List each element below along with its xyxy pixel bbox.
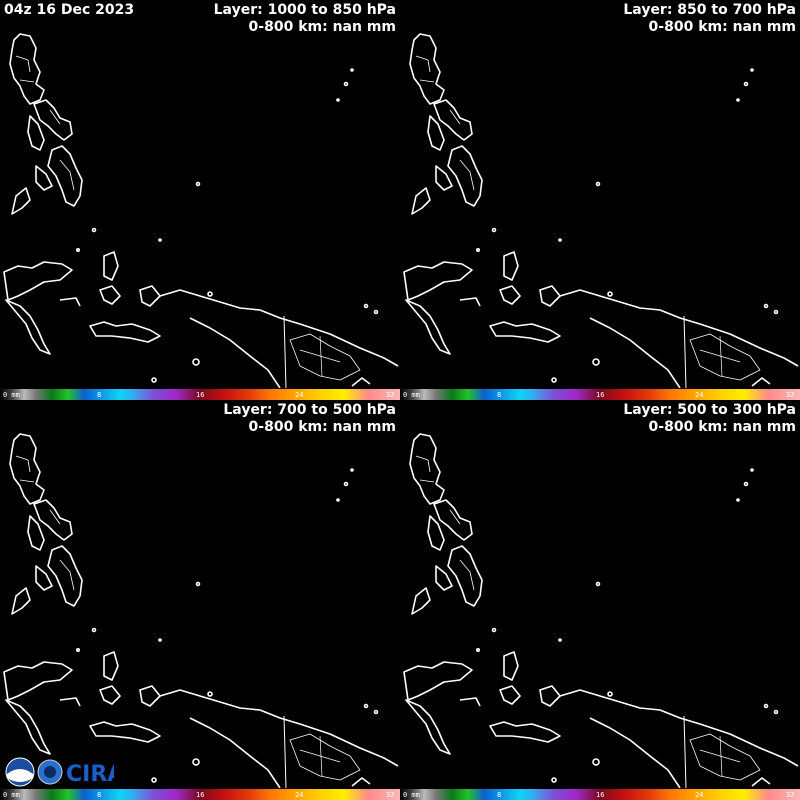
stat-label: 0-800 km: nan mm xyxy=(648,19,796,35)
colorbar-tick: 8 xyxy=(97,791,102,799)
colorbar: 0 mm 8 16 24 32 xyxy=(400,789,800,800)
colorbar-tick: 8 xyxy=(97,391,102,399)
colorbar-tick: 32 xyxy=(386,791,395,799)
stat-label: 0-800 km: nan mm xyxy=(648,419,796,435)
coastline-map xyxy=(403,433,799,788)
layer-label: Layer: 500 to 300 hPa xyxy=(623,402,796,418)
layer-label: Layer: 1000 to 850 hPa xyxy=(213,2,396,18)
layer-label: Layer: 700 to 500 hPa xyxy=(223,402,396,418)
colorbar: 0 mm 8 16 24 32 xyxy=(0,389,400,400)
colorbar-tick: 16 xyxy=(196,791,205,799)
coastline-map xyxy=(3,33,399,388)
map-panel-1: 04z 16 Dec 2023 Layer: 1000 to 850 hPa 0… xyxy=(0,0,400,400)
map-panel-2: Layer: 850 to 700 hPa 0-800 km: nan mm 0… xyxy=(400,0,800,400)
colorbar-tick: 32 xyxy=(786,391,795,399)
panel-title: Layer: 1000 to 850 hPa 0-800 km: nan mm xyxy=(214,2,396,36)
stat-label: 0-800 km: nan mm xyxy=(248,19,396,35)
colorbar-tick: 32 xyxy=(786,791,795,799)
colorbar-tick: 0 mm xyxy=(3,391,20,399)
colorbar-tick: 16 xyxy=(196,391,205,399)
map-panel-4: Layer: 500 to 300 hPa 0-800 km: nan mm 0… xyxy=(400,400,800,800)
panel-title: Layer: 850 to 700 hPa 0-800 km: nan mm xyxy=(623,2,796,36)
colorbar-tick: 24 xyxy=(295,791,304,799)
colorbar-tick: 8 xyxy=(497,391,502,399)
colorbar-tick: 16 xyxy=(596,791,605,799)
coastline-map xyxy=(403,33,799,388)
logo-text: CIRA xyxy=(66,762,114,787)
colorbar-tick: 24 xyxy=(695,391,704,399)
colorbar: 0 mm 8 16 24 32 xyxy=(400,389,800,400)
map-panel-3: Layer: 700 to 500 hPa 0-800 km: nan mm C… xyxy=(0,400,400,800)
panel-title: Layer: 700 to 500 hPa 0-800 km: nan mm xyxy=(223,402,396,436)
coastline-map xyxy=(3,433,399,788)
timestamp: 04z 16 Dec 2023 xyxy=(4,2,135,18)
colorbar-tick: 24 xyxy=(695,791,704,799)
colorbar-tick: 8 xyxy=(497,791,502,799)
colorbar: 0 mm 8 16 24 32 xyxy=(0,789,400,800)
colorbar-tick: 0 mm xyxy=(403,791,420,799)
colorbar-tick: 32 xyxy=(386,391,395,399)
layer-label: Layer: 850 to 700 hPa xyxy=(623,2,796,18)
colorbar-tick: 0 mm xyxy=(403,391,420,399)
colorbar-tick: 24 xyxy=(295,391,304,399)
panel-title: Layer: 500 to 300 hPa 0-800 km: nan mm xyxy=(623,402,796,436)
colorbar-tick: 16 xyxy=(596,391,605,399)
noaa-cira-logo: CIRA xyxy=(5,757,114,787)
stat-label: 0-800 km: nan mm xyxy=(248,419,396,435)
colorbar-tick: 0 mm xyxy=(3,791,20,799)
